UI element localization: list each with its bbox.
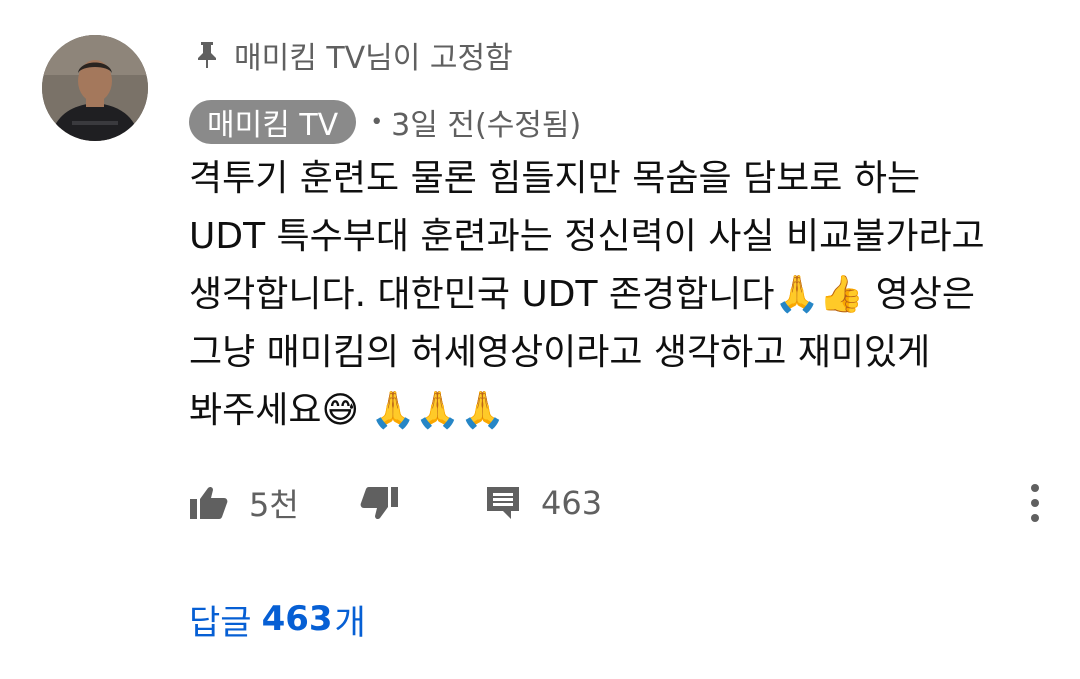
comment-text: 격투기 훈련도 물론 힘들지만 목숨을 담보로 하는 UDT 특수부대 훈련과는… [189, 150, 1069, 440]
pinned-text: 매미킴 TV님이 고정함 [234, 41, 513, 76]
replies-suffix: 개 [334, 602, 366, 643]
comment-actions: 5천 463 [189, 478, 1049, 528]
comment-line: 봐주세요😅 🙏🙏🙏 [189, 390, 505, 431]
more-vert-icon [1025, 484, 1045, 530]
comment-icon [485, 485, 521, 521]
reply-count: 463 [541, 484, 603, 522]
thumbs-up-icon [189, 485, 229, 521]
like-button[interactable]: 5천 [189, 478, 299, 528]
like-count: 5천 [249, 486, 299, 524]
comment-meta: 매미킴 TV • 3일 전(수정됨) [189, 99, 581, 145]
view-replies-link[interactable]: 답글 463 개 [189, 597, 366, 643]
comment-line: UDT 특수부대 훈련과는 정신력이 사실 비교불가라고 [189, 216, 985, 257]
comment-line: 생각합니다. 대한민국 UDT 존경합니다🙏👍 영상은 [189, 274, 975, 315]
pin-icon [196, 40, 218, 70]
replies-prefix: 답글 [189, 602, 252, 643]
more-options-button[interactable] [1025, 480, 1045, 526]
replies-count: 463 [261, 599, 333, 639]
pinned-label: 매미킴 TV님이 고정함 [196, 34, 513, 76]
comment-line: 격투기 훈련도 물론 힘들지만 목숨을 담보로 하는 [189, 158, 921, 199]
dislike-button[interactable] [359, 478, 399, 528]
separator-dot: • [370, 109, 384, 135]
avatar-image [42, 35, 148, 141]
avatar[interactable] [42, 35, 148, 141]
reply-button[interactable]: 463 [485, 478, 602, 528]
comment-line: 그냥 매미킴의 허세영상이라고 생각하고 재미있게 [189, 332, 931, 373]
comment-time[interactable]: 3일 전(수정됨) [391, 100, 581, 144]
thumbs-down-icon [359, 485, 399, 521]
channel-badge[interactable]: 매미킴 TV [189, 100, 357, 144]
